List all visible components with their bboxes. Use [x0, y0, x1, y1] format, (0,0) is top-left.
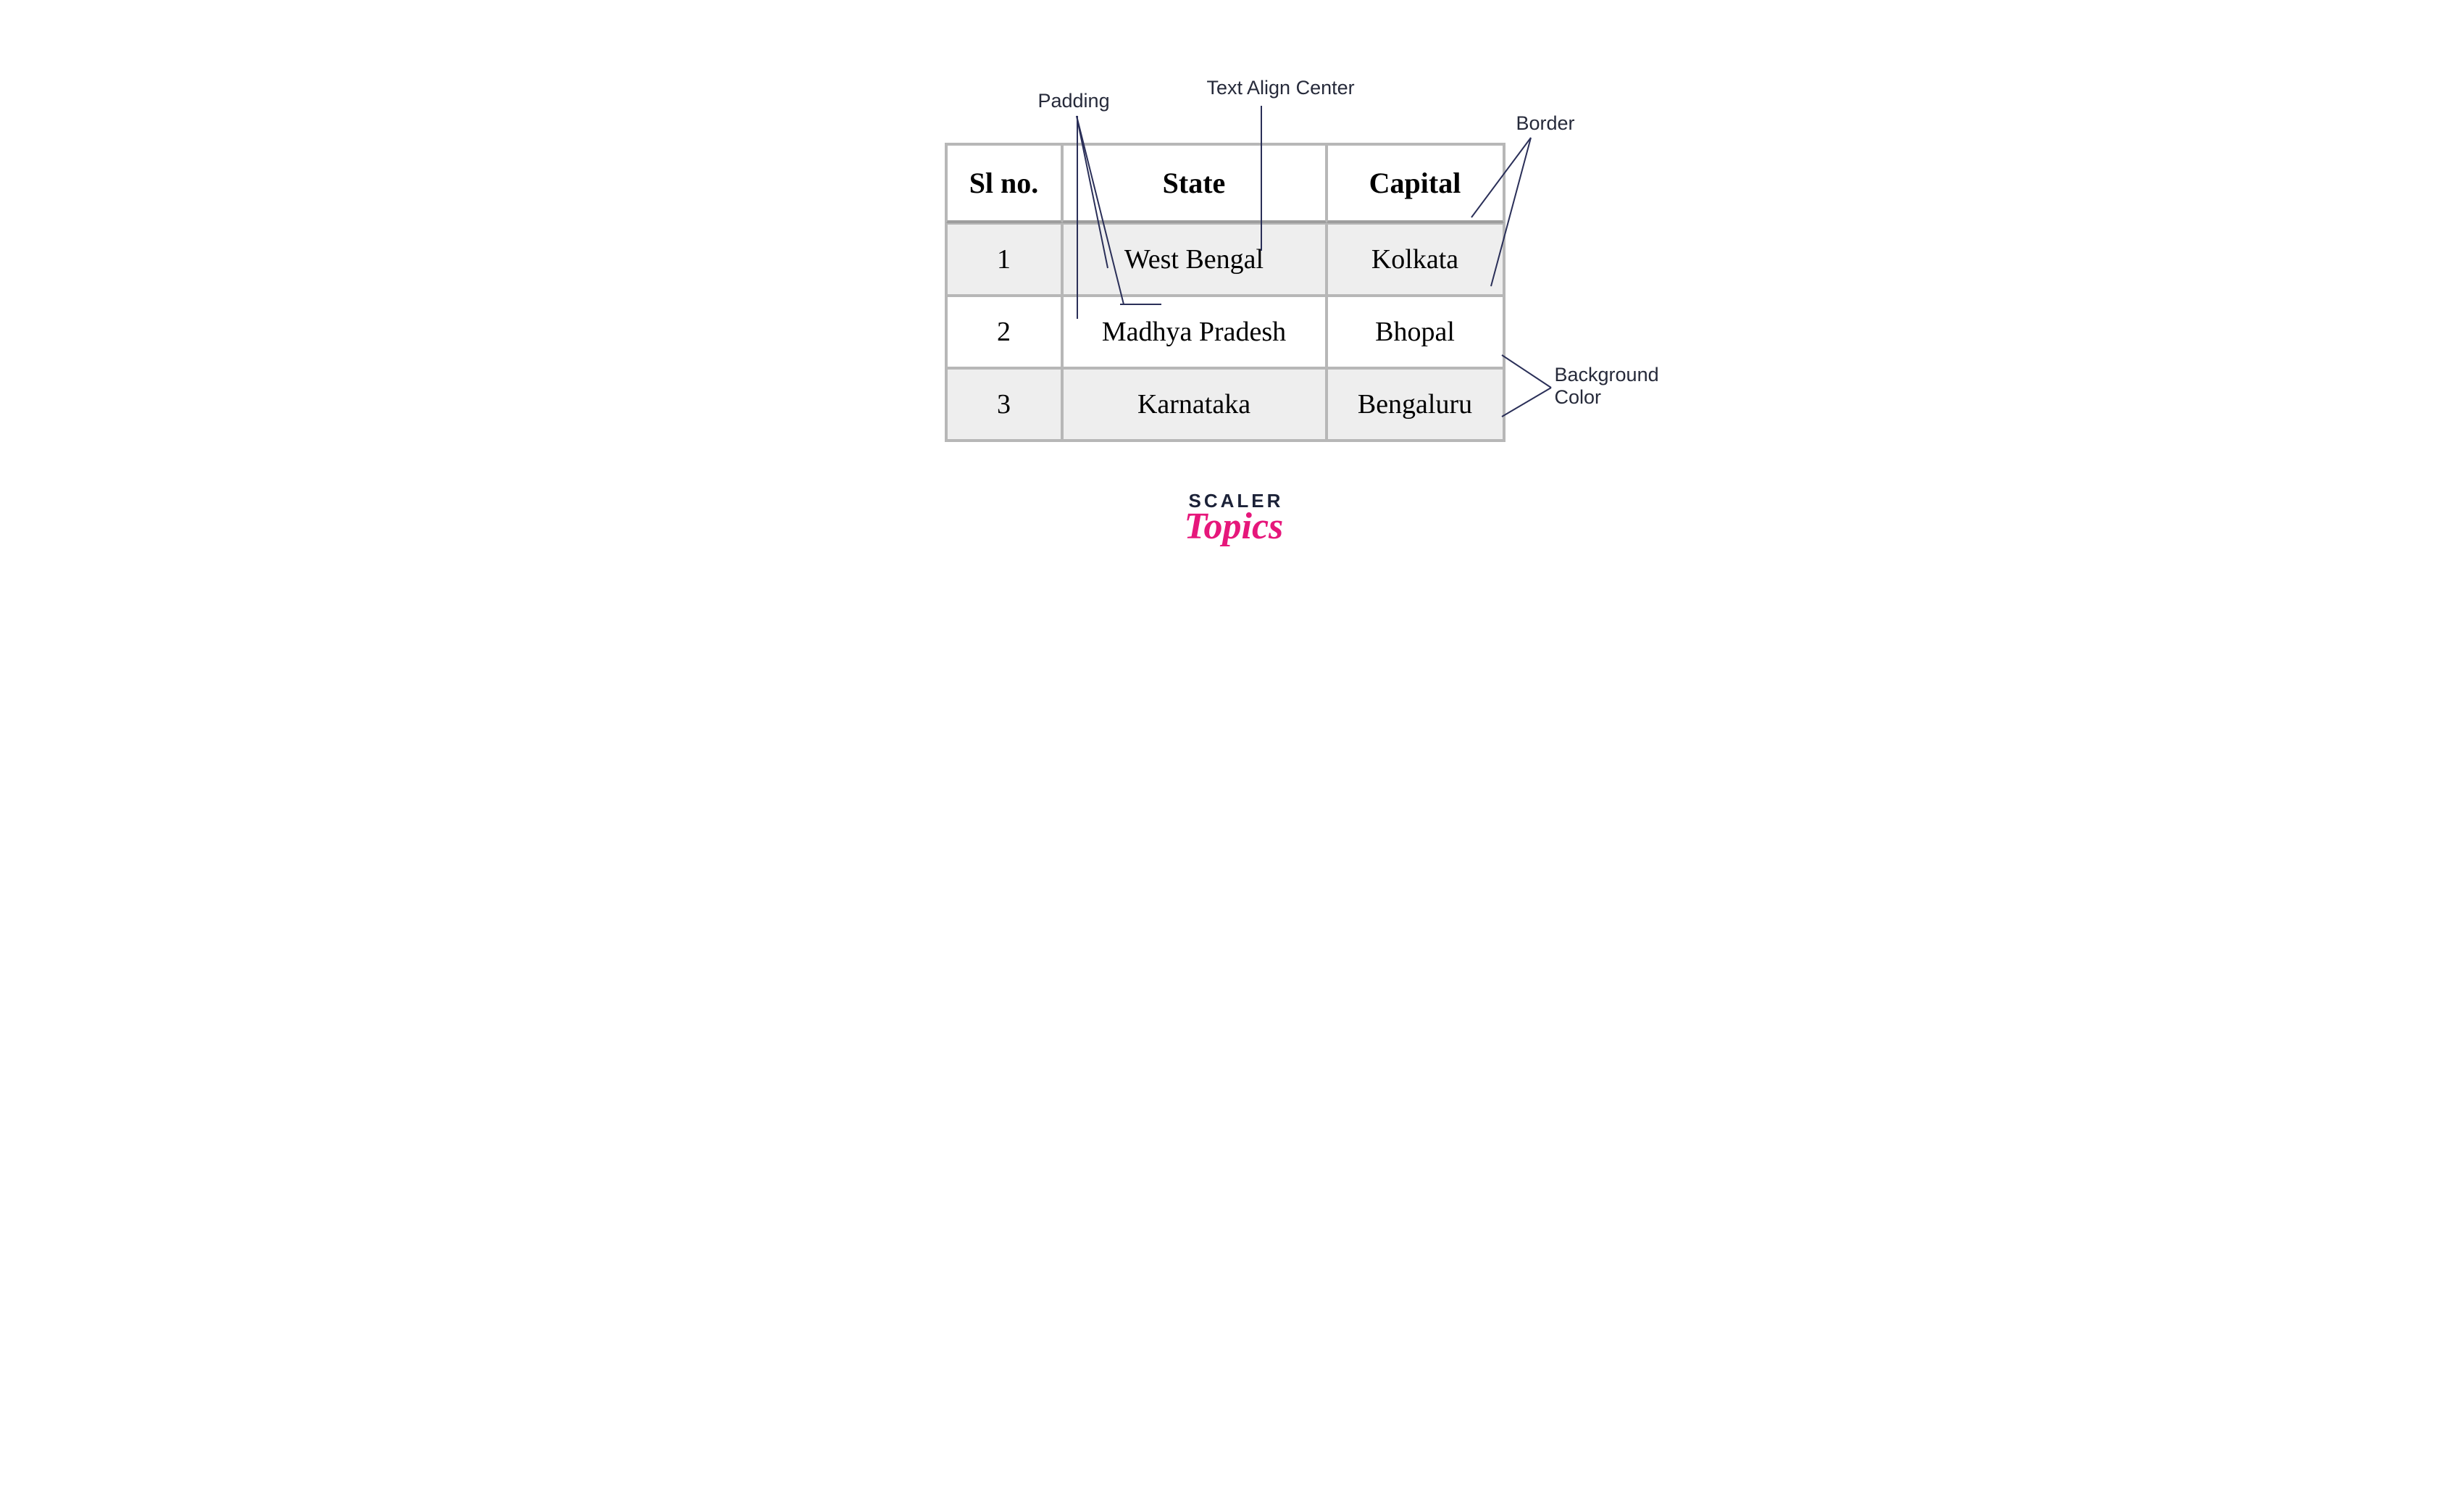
- cell-sl: 3: [946, 368, 1062, 441]
- table-row: 3 Karnataka Bengaluru: [946, 368, 1504, 441]
- cell-capital: Bengaluru: [1327, 368, 1504, 441]
- scaler-topics-logo: SCALER Topics: [1189, 490, 1284, 548]
- annotation-background-color: Background Color: [1555, 364, 1659, 409]
- cell-state: Karnataka: [1062, 368, 1327, 441]
- header-state: State: [1062, 144, 1327, 223]
- diagram-canvas: Padding Text Align Center Border Backgro…: [725, 0, 1740, 620]
- cell-sl: 2: [946, 296, 1062, 368]
- annotation-padding: Padding: [1038, 90, 1110, 112]
- leader-line-text-align: [1261, 106, 1262, 251]
- states-table: Sl no. State Capital 1 West Bengal Kolka…: [945, 143, 1505, 442]
- annotation-border: Border: [1516, 112, 1575, 135]
- annotation-text-align-center: Text Align Center: [1207, 77, 1355, 99]
- cell-state: West Bengal: [1062, 223, 1327, 296]
- logo-line-topics: Topics: [1185, 505, 1284, 548]
- annotation-background-color-line2: Color: [1555, 386, 1602, 408]
- leader-line-padding-vertical: [1077, 116, 1078, 319]
- annotation-background-color-line1: Background: [1555, 364, 1659, 385]
- header-capital: Capital: [1327, 144, 1504, 223]
- table-header-row: Sl no. State Capital: [946, 144, 1504, 223]
- cell-sl: 1: [946, 223, 1062, 296]
- table-row: 2 Madhya Pradesh Bhopal: [946, 296, 1504, 368]
- cell-capital: Bhopal: [1327, 296, 1504, 368]
- cell-capital: Kolkata: [1327, 223, 1504, 296]
- table-row: 1 West Bengal Kolkata: [946, 223, 1504, 296]
- header-sl-no: Sl no.: [946, 144, 1062, 223]
- cell-state: Madhya Pradesh: [1062, 296, 1327, 368]
